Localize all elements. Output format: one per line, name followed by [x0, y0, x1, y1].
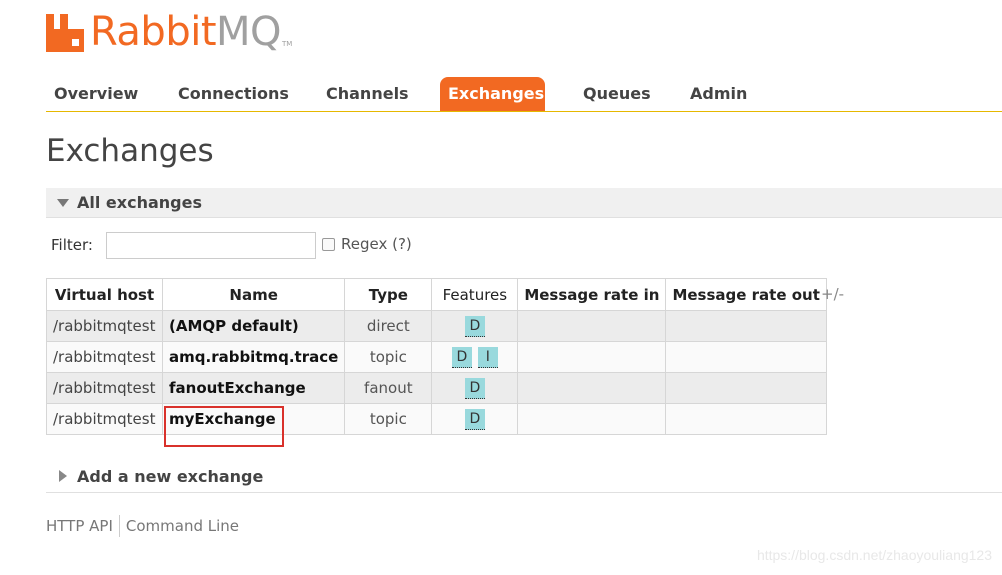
- feature-badge-durable: D: [451, 346, 472, 368]
- column-toggle-button[interactable]: +/-: [821, 285, 844, 303]
- feature-badge-durable: D: [464, 408, 485, 430]
- vhost-cell: /rabbitmqtest: [46, 403, 163, 435]
- type-cell: topic: [344, 403, 433, 435]
- collapse-triangle-icon: [57, 199, 69, 207]
- exchange-name-link[interactable]: (AMQP default): [161, 310, 346, 342]
- type-cell: direct: [344, 310, 433, 342]
- type-cell: topic: [344, 341, 433, 373]
- tab-channels[interactable]: Channels: [318, 77, 417, 111]
- vhost-cell: /rabbitmqtest: [46, 372, 163, 404]
- rate-in-cell: [517, 341, 667, 373]
- rate-out-cell: [665, 310, 827, 342]
- exchange-name-link[interactable]: fanoutExchange: [161, 372, 346, 404]
- features-cell: DI: [431, 341, 519, 373]
- tab-admin[interactable]: Admin: [682, 77, 755, 111]
- table-row[interactable]: /rabbitmqtest (AMQP default) direct D: [46, 310, 827, 342]
- feature-badge-durable: D: [464, 377, 485, 399]
- rate-out-cell: [665, 372, 827, 404]
- col-virtual-host[interactable]: Virtual host: [46, 278, 163, 311]
- section-label: All exchanges: [77, 193, 202, 212]
- rate-in-cell: [517, 372, 667, 404]
- annotation-highlight-box: [164, 406, 284, 447]
- col-name[interactable]: Name: [161, 278, 346, 311]
- add-exchange-label: Add a new exchange: [77, 467, 264, 486]
- add-exchange-toggle[interactable]: Add a new exchange: [46, 462, 1002, 493]
- expand-triangle-icon: [59, 470, 67, 482]
- tab-overview[interactable]: Overview: [46, 77, 146, 111]
- rate-in-cell: [517, 403, 667, 435]
- features-cell: D: [431, 403, 519, 435]
- rabbit-logo-icon: [46, 12, 86, 52]
- features-cell: D: [431, 310, 519, 342]
- tab-connections[interactable]: Connections: [170, 77, 297, 111]
- rate-out-cell: [665, 403, 827, 435]
- feature-badge-internal: I: [477, 346, 498, 368]
- command-line-link[interactable]: Command Line: [126, 517, 245, 539]
- watermark: https://blog.csdn.net/zhaoyouliang123: [756, 547, 992, 563]
- col-features: Features: [431, 278, 519, 311]
- exchange-name-link[interactable]: amq.rabbitmq.trace: [161, 341, 346, 373]
- logo-trademark: TM: [282, 40, 293, 48]
- col-type[interactable]: Type: [344, 278, 433, 311]
- features-cell: D: [431, 372, 519, 404]
- table-row[interactable]: /rabbitmqtest fanoutExchange fanout D: [46, 372, 827, 404]
- regex-label[interactable]: Regex (?): [341, 235, 412, 253]
- http-api-link[interactable]: HTTP API: [46, 517, 119, 539]
- col-message-rate-out: Message rate out: [665, 278, 827, 311]
- logo-wordmark: RabbitMQ: [90, 9, 282, 55]
- vhost-cell: /rabbitmqtest: [46, 341, 163, 373]
- main-nav: Overview Connections Channels Exchanges …: [46, 77, 1002, 112]
- table-row[interactable]: /rabbitmqtest amq.rabbitmq.trace topic D…: [46, 341, 827, 373]
- rate-out-cell: [665, 341, 827, 373]
- tab-queues[interactable]: Queues: [575, 77, 659, 111]
- filter-input[interactable]: [106, 232, 316, 259]
- tab-exchanges[interactable]: Exchanges: [440, 77, 545, 111]
- feature-badge-durable: D: [464, 315, 485, 337]
- vhost-cell: /rabbitmqtest: [46, 310, 163, 342]
- rate-in-cell: [517, 310, 667, 342]
- type-cell: fanout: [344, 372, 433, 404]
- col-message-rate-in: Message rate in: [517, 278, 667, 311]
- footer-divider: [118, 515, 120, 537]
- regex-checkbox[interactable]: [322, 238, 335, 251]
- rabbitmq-logo: RabbitMQ TM: [46, 8, 292, 52]
- all-exchanges-toggle[interactable]: All exchanges: [46, 188, 1002, 218]
- page-title: Exchanges: [46, 133, 214, 169]
- filter-label: Filter:: [51, 236, 93, 254]
- footer: HTTP API Command Line: [46, 515, 245, 539]
